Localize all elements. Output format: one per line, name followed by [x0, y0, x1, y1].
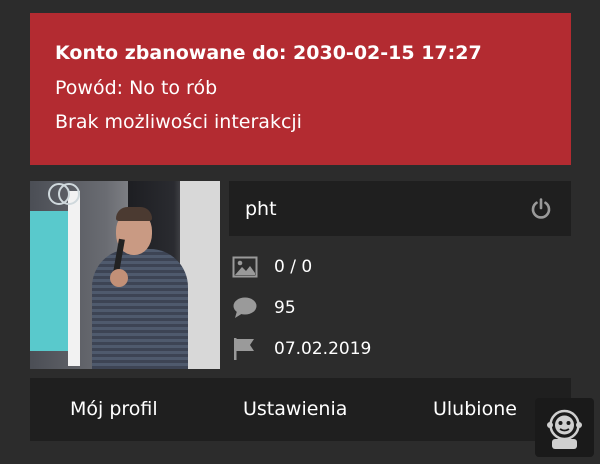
astronaut-icon	[547, 409, 582, 449]
image-icon	[232, 256, 258, 278]
ban-reason: Powód: No to rób	[55, 77, 218, 99]
stat-joined-value: 07.02.2019	[274, 339, 372, 359]
ban-title: Konto zbanowane do: 2030-02-15 17:27	[55, 42, 482, 64]
username[interactable]: pht	[245, 181, 277, 236]
stat-joined: 07.02.2019	[232, 334, 532, 364]
comment-icon	[233, 297, 257, 318]
username-bar: pht	[229, 181, 571, 236]
ban-note: Brak możliwości interakcji	[55, 111, 302, 133]
tab-settings[interactable]: Ustawienia	[243, 378, 347, 441]
avatar[interactable]	[30, 181, 220, 369]
profile-tabs: Mój profil Ustawienia Ulubione	[30, 378, 571, 441]
stat-comments: 95	[232, 293, 532, 323]
ban-notice: Konto zbanowane do: 2030-02-15 17:27 Pow…	[30, 13, 571, 165]
stat-images-value: 0 / 0	[274, 257, 313, 277]
stat-comments-value: 95	[274, 298, 296, 318]
stat-images: 0 / 0	[232, 252, 532, 282]
user-panel: Konto zbanowane do: 2030-02-15 17:27 Pow…	[0, 0, 600, 464]
flag-icon	[234, 338, 254, 360]
power-icon[interactable]	[529, 197, 553, 221]
tab-favorites[interactable]: Ulubione	[433, 378, 517, 441]
tab-my-profile[interactable]: Mój profil	[70, 378, 158, 441]
mascot-button[interactable]	[535, 398, 594, 457]
